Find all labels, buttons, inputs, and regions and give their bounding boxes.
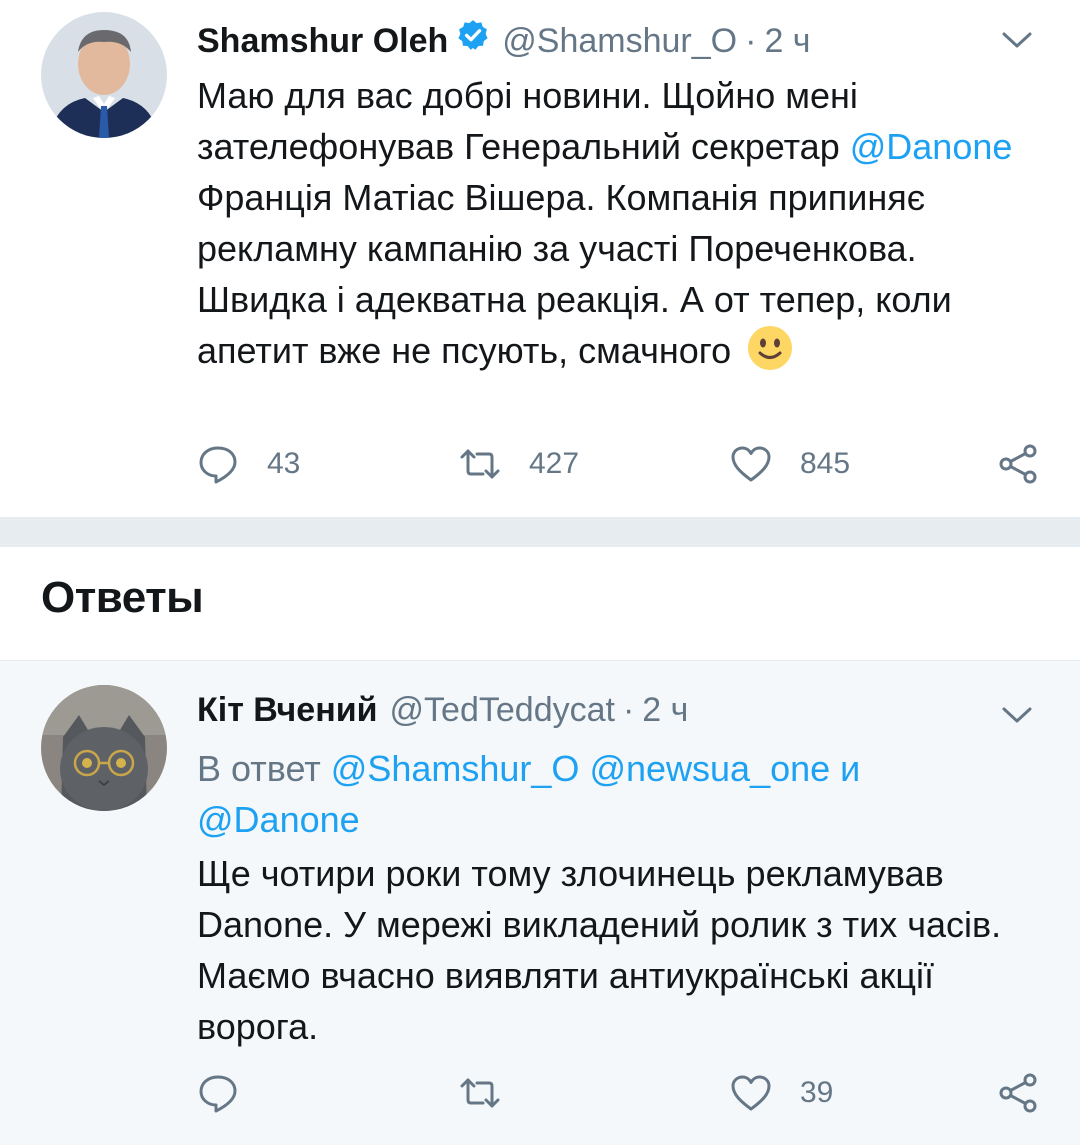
reply-mention-2[interactable]: @newsua_one (589, 748, 830, 789)
reply-header: Кіт Вчений @TedTeddycat · 2 ч (197, 691, 688, 730)
reply-tweet[interactable]: Кіт Вчений @TedTeddycat · 2 ч В ответ @S… (0, 660, 1080, 1145)
heart-icon (731, 446, 771, 482)
retweet-icon (460, 449, 500, 479)
verified-badge-icon (458, 20, 488, 50)
reply-time[interactable]: 2 ч (642, 691, 688, 730)
like-count: 845 (800, 447, 851, 480)
reply-to-line: В ответ @Shamshur_O @newsua_one и @Danon… (197, 743, 1037, 845)
main-tweet[interactable]: Shamshur Oleh @Shamshur_O · 2 ч Маю для … (0, 0, 1080, 517)
reply-bubble-icon (199, 1075, 237, 1113)
separator-dot: · (745, 22, 757, 60)
reply-count: 43 (267, 447, 301, 480)
reply-and: и (830, 748, 861, 789)
share-icon (999, 1073, 1037, 1113)
share-button[interactable] (997, 1072, 1039, 1114)
share-button[interactable] (997, 443, 1039, 485)
reply-bubble-icon (199, 446, 237, 484)
author-avatar[interactable] (41, 12, 167, 138)
chevron-down-icon[interactable] (1000, 28, 1034, 52)
author-handle[interactable]: @Shamshur_O (502, 22, 737, 61)
section-divider (0, 517, 1080, 547)
chevron-down-icon[interactable] (1000, 703, 1034, 727)
tweet-text-part1: Маю для вас добрі новини. Щойно мені зат… (197, 75, 858, 167)
reply-author-handle[interactable]: @TedTeddycat (390, 691, 615, 730)
author-name[interactable]: Shamshur Oleh (197, 22, 448, 61)
like-button[interactable]: 39 (730, 1072, 833, 1114)
like-button[interactable]: 845 (730, 443, 850, 485)
replies-title: Ответы (41, 573, 204, 622)
retweet-button[interactable] (459, 1072, 501, 1114)
retweet-count: 427 (529, 447, 580, 480)
reply-prefix: В ответ (197, 748, 331, 789)
like-count: 39 (800, 1076, 834, 1109)
replies-header: Ответы (0, 547, 1080, 660)
tweet-header: Shamshur Oleh @Shamshur_O · 2 ч (197, 18, 811, 61)
tweet-text-part2: Франція Матіас Вішера. Компанія припиняє… (197, 177, 952, 371)
reply-mention-3[interactable]: @Danone (197, 799, 360, 840)
share-icon (999, 444, 1037, 484)
mention-link[interactable]: @Danone (850, 126, 1013, 167)
slightly-smiling-face-emoji-icon (748, 326, 793, 370)
tweet-time[interactable]: 2 ч (764, 22, 810, 61)
retweet-button[interactable]: 427 (459, 443, 579, 485)
heart-icon (731, 1075, 771, 1111)
reply-actions: 39 (197, 1072, 1042, 1122)
reply-author-name[interactable]: Кіт Вчений (197, 691, 378, 730)
reply-text: Ще чотири роки тому злочинець рекламував… (197, 853, 1002, 1047)
reply-button[interactable] (197, 1072, 239, 1114)
reply-button[interactable]: 43 (197, 443, 300, 485)
tweet-actions: 43 427 845 (197, 443, 1042, 493)
reply-author-avatar[interactable] (41, 685, 167, 811)
separator-dot: · (622, 691, 635, 729)
tweet-text: Маю для вас добрі новини. Щойно мені зат… (197, 70, 1037, 376)
retweet-icon (460, 1078, 500, 1108)
reply-mention-1[interactable]: @Shamshur_O (331, 748, 580, 789)
